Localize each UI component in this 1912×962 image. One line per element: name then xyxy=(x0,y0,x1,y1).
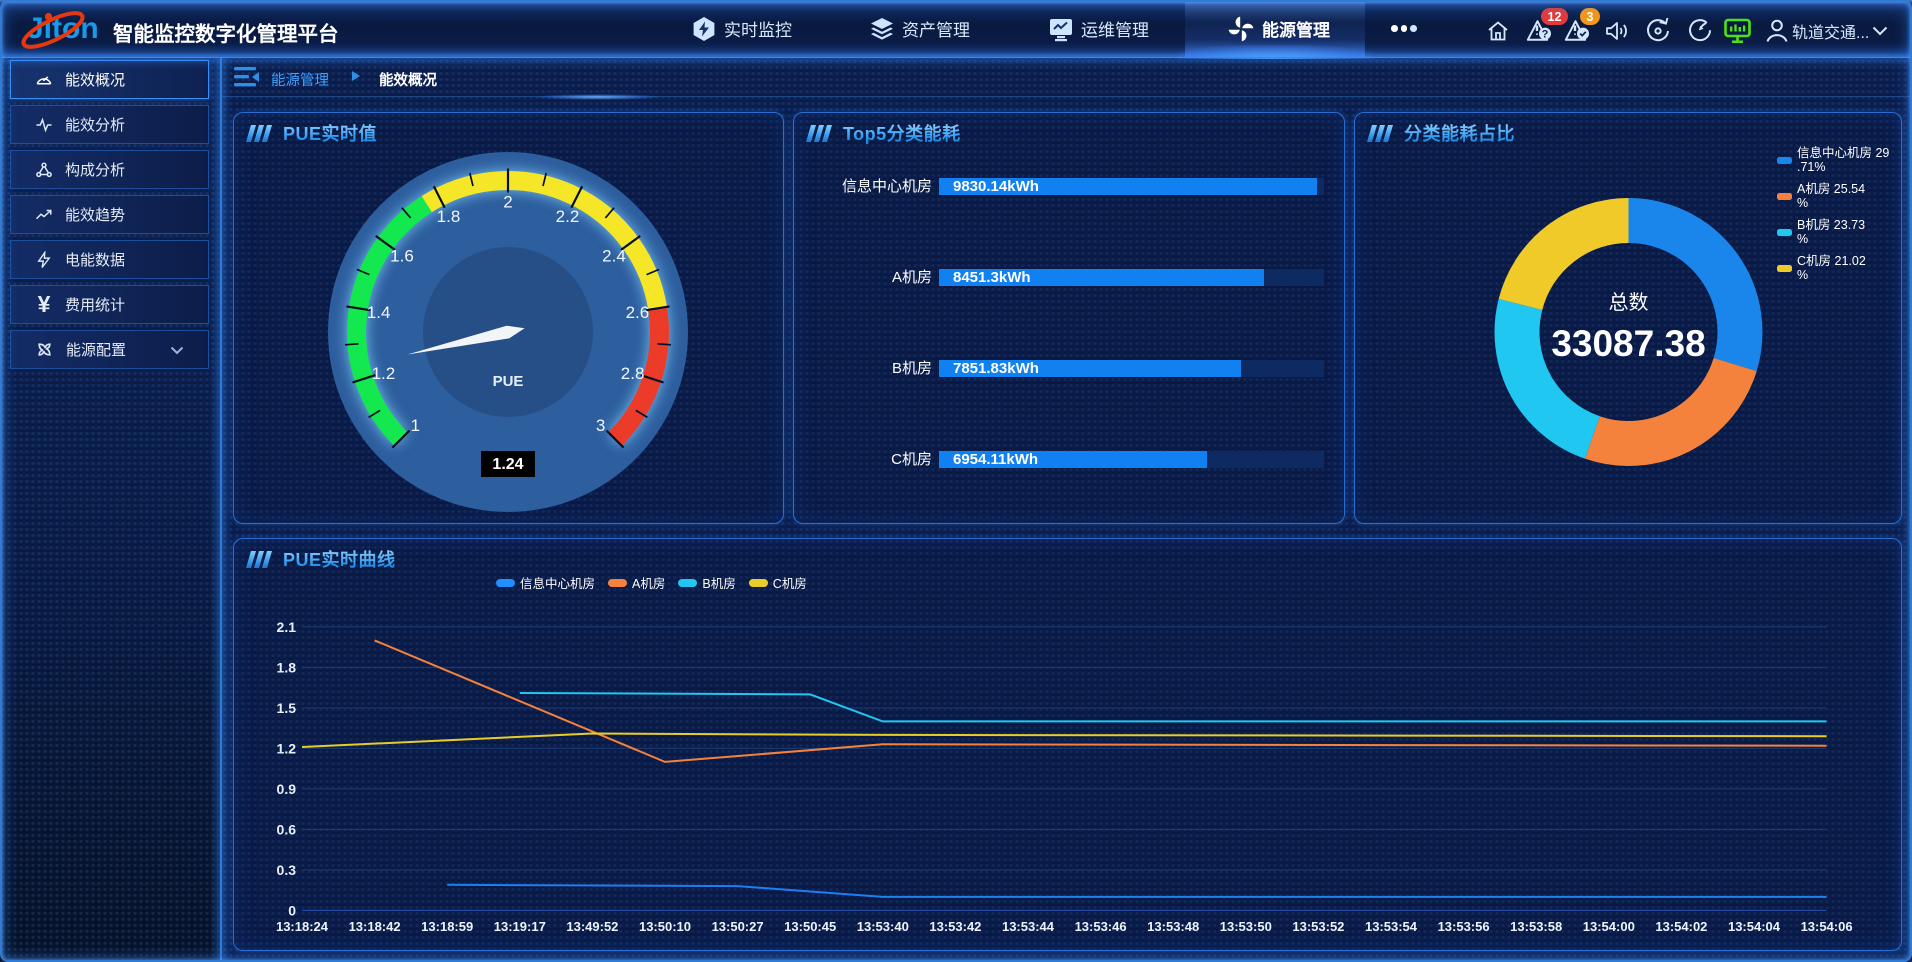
svg-text:13:54:00: 13:54:00 xyxy=(1583,919,1635,934)
svg-text:2: 2 xyxy=(503,192,512,211)
svg-text:13:53:54: 13:53:54 xyxy=(1365,919,1418,934)
svg-text:0.9: 0.9 xyxy=(277,781,297,797)
svg-text:0.6: 0.6 xyxy=(277,821,297,837)
svg-text:13:49:52: 13:49:52 xyxy=(566,919,618,934)
svg-text:13:53:44: 13:53:44 xyxy=(1002,919,1055,934)
svg-text:13:53:48: 13:53:48 xyxy=(1147,919,1199,934)
svg-text:13:18:24: 13:18:24 xyxy=(276,919,329,934)
svg-text:总数: 总数 xyxy=(1609,291,1649,314)
svg-text:1.6: 1.6 xyxy=(390,246,414,265)
svg-text:13:54:06: 13:54:06 xyxy=(1801,919,1853,934)
svg-text:2.6: 2.6 xyxy=(626,303,650,322)
svg-text:13:50:45: 13:50:45 xyxy=(784,919,836,934)
svg-text:13:18:42: 13:18:42 xyxy=(349,919,401,934)
svg-text:3: 3 xyxy=(596,416,605,435)
svg-text:1.24: 1.24 xyxy=(492,456,523,473)
svg-text:13:50:10: 13:50:10 xyxy=(639,919,691,934)
svg-text:2.8: 2.8 xyxy=(621,364,645,383)
svg-text:13:18:59: 13:18:59 xyxy=(421,919,473,934)
svg-text:1: 1 xyxy=(411,416,420,435)
svg-text:1.8: 1.8 xyxy=(277,659,297,675)
svg-text:?: ? xyxy=(1542,29,1549,41)
svg-text:13:53:52: 13:53:52 xyxy=(1292,919,1344,934)
svg-text:13:53:40: 13:53:40 xyxy=(857,919,909,934)
svg-text:13:50:27: 13:50:27 xyxy=(712,919,764,934)
svg-text:13:53:50: 13:53:50 xyxy=(1220,919,1272,934)
svg-text:13:53:42: 13:53:42 xyxy=(929,919,981,934)
svg-text:PUE: PUE xyxy=(493,373,524,390)
svg-text:13:53:58: 13:53:58 xyxy=(1510,919,1562,934)
svg-text:33087.38: 33087.38 xyxy=(1551,323,1705,364)
svg-text:1.4: 1.4 xyxy=(367,303,391,322)
svg-text:13:53:46: 13:53:46 xyxy=(1075,919,1127,934)
svg-text:2.4: 2.4 xyxy=(602,246,626,265)
svg-text:2.1: 2.1 xyxy=(277,619,297,635)
svg-text:1.2: 1.2 xyxy=(277,740,297,756)
svg-text:13:54:02: 13:54:02 xyxy=(1655,919,1707,934)
svg-text:13:54:04: 13:54:04 xyxy=(1728,919,1781,934)
svg-text:0: 0 xyxy=(288,902,296,918)
svg-text:13:19:17: 13:19:17 xyxy=(494,919,546,934)
svg-text:2.2: 2.2 xyxy=(556,207,580,226)
svg-text:1.8: 1.8 xyxy=(437,207,461,226)
svg-text:13:53:56: 13:53:56 xyxy=(1438,919,1490,934)
svg-text:1.2: 1.2 xyxy=(372,364,396,383)
svg-text:1.5: 1.5 xyxy=(277,700,297,716)
svg-text:0.3: 0.3 xyxy=(277,862,297,878)
